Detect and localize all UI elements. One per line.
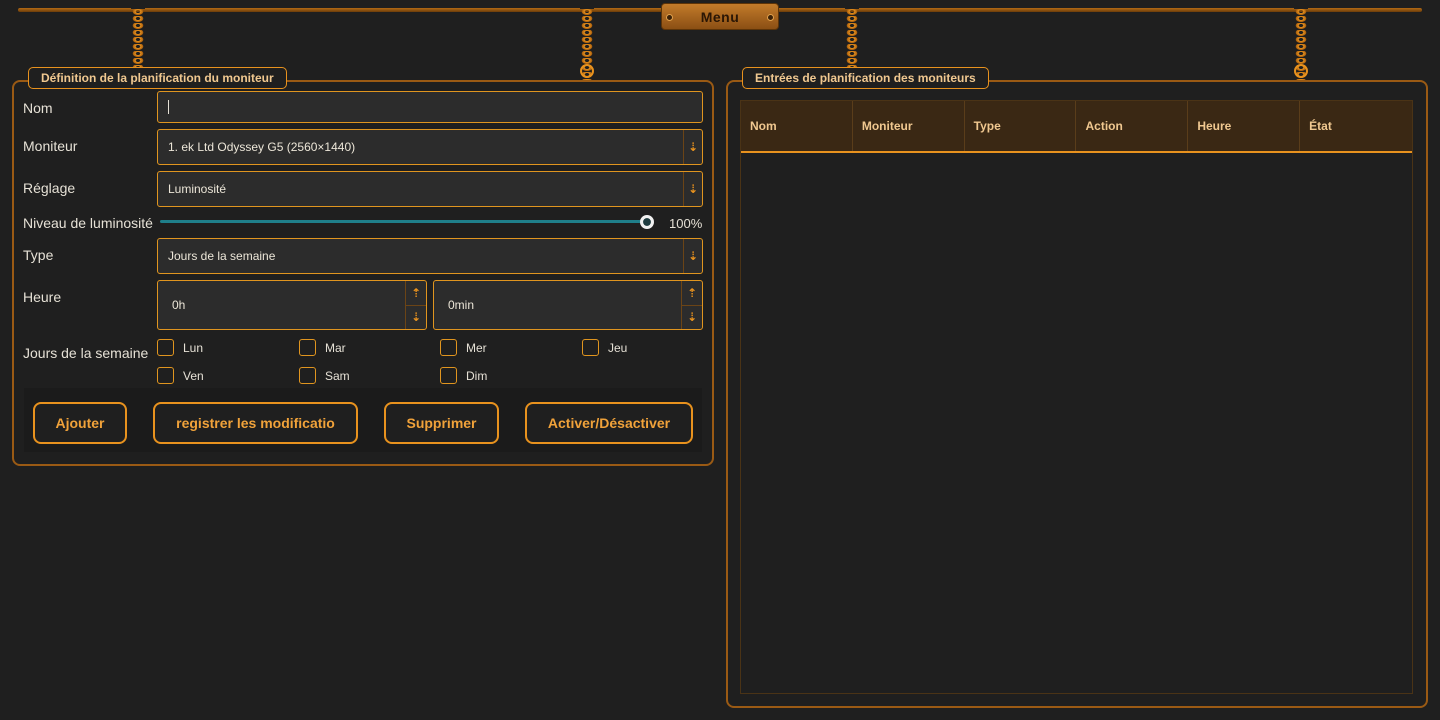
weekdays-label: Jours de la semaine	[23, 345, 149, 361]
add-button[interactable]: Ajouter	[33, 402, 127, 444]
setting-select[interactable]: Luminosité ⇣	[157, 171, 703, 207]
save-changes-button[interactable]: registrer les modificatio	[153, 402, 358, 444]
name-label: Nom	[23, 100, 53, 116]
day-label: Sam	[325, 368, 350, 383]
minutes-increment-icon[interactable]: ⇡	[682, 281, 702, 305]
brightness-label: Niveau de luminosité	[23, 215, 153, 231]
type-select-value: Jours de la semaine	[168, 249, 276, 263]
checkbox-icon[interactable]	[299, 367, 316, 384]
menu-button-label: Menu	[700, 8, 740, 25]
day-label: Lun	[183, 340, 204, 355]
minutes-spin-buttons: ⇡ ⇣	[681, 281, 702, 329]
app-window: Menu Définition de la planification du m…	[0, 0, 1440, 720]
type-select[interactable]: Jours de la semaine ⇣	[157, 238, 703, 274]
dropdown-arrow-icon[interactable]: ⇣	[683, 239, 702, 273]
checkbox-icon[interactable]	[157, 367, 174, 384]
day-label: Mar	[325, 340, 346, 355]
brightness-value: 100%	[669, 216, 703, 231]
minutes-spinbox[interactable]: 0min ⇡ ⇣	[433, 280, 703, 330]
column-header-type[interactable]: Type	[965, 101, 1077, 151]
monitor-select-value: 1. ek Ltd Odyssey G5 (2560×1440)	[168, 140, 356, 154]
hours-decrement-icon[interactable]: ⇣	[406, 304, 426, 330]
hours-spinbox[interactable]: 0h ⇡ ⇣	[157, 280, 427, 330]
schedule-definition-title: Définition de la planification du monite…	[28, 67, 287, 89]
checkbox-icon[interactable]	[440, 339, 457, 356]
checkbox-icon[interactable]	[440, 367, 457, 384]
chain-ring-decoration	[580, 64, 594, 78]
day-checkbox-fri[interactable]: Ven	[157, 367, 204, 384]
text-caret	[168, 100, 169, 114]
rivet-icon	[767, 14, 774, 21]
checkbox-icon[interactable]	[582, 339, 599, 356]
monitor-label: Moniteur	[23, 138, 78, 154]
column-header-action[interactable]: Action	[1076, 101, 1189, 151]
dropdown-arrow-icon[interactable]: ⇣	[683, 172, 702, 206]
day-label: Mer	[466, 340, 487, 355]
name-input[interactable]	[157, 91, 703, 123]
column-header-name[interactable]: Nom	[741, 101, 853, 151]
day-checkbox-wed[interactable]: Mer	[440, 339, 487, 356]
day-checkbox-mon[interactable]: Lun	[157, 339, 203, 356]
minutes-decrement-icon[interactable]: ⇣	[682, 304, 702, 330]
brightness-slider-track[interactable]	[160, 220, 650, 223]
day-label: Dim	[466, 368, 488, 383]
rivet-icon	[666, 14, 673, 21]
monitor-select[interactable]: 1. ek Ltd Odyssey G5 (2560×1440) ⇣	[157, 129, 703, 165]
day-checkbox-tue[interactable]: Mar	[299, 339, 346, 356]
schedule-entries-table[interactable]: Nom Moniteur Type Action Heure État	[740, 100, 1413, 694]
table-header: Nom Moniteur Type Action Heure État	[741, 101, 1412, 153]
checkbox-icon[interactable]	[299, 339, 316, 356]
column-header-state[interactable]: État	[1300, 101, 1412, 151]
column-header-monitor[interactable]: Moniteur	[853, 101, 965, 151]
minutes-value: 0min	[448, 298, 475, 312]
hours-spin-buttons: ⇡ ⇣	[405, 281, 426, 329]
schedule-entries-title: Entrées de planification des moniteurs	[742, 67, 989, 89]
setting-select-value: Luminosité	[168, 182, 227, 196]
chain-ring-decoration	[1294, 64, 1308, 78]
day-checkbox-thu[interactable]: Jeu	[582, 339, 627, 356]
time-label: Heure	[23, 289, 62, 305]
delete-button[interactable]: Supprimer	[384, 402, 499, 444]
type-label: Type	[23, 247, 54, 263]
column-header-time[interactable]: Heure	[1188, 101, 1301, 151]
day-checkbox-sat[interactable]: Sam	[299, 367, 350, 384]
menu-button[interactable]: Menu	[661, 3, 779, 30]
day-label: Ven	[183, 368, 204, 383]
setting-label: Réglage	[23, 180, 76, 196]
day-label: Jeu	[608, 340, 628, 355]
day-checkbox-sun[interactable]: Dim	[440, 367, 487, 384]
hours-value: 0h	[172, 298, 186, 312]
dropdown-arrow-icon[interactable]: ⇣	[683, 130, 702, 164]
checkbox-icon[interactable]	[157, 339, 174, 356]
toggle-button[interactable]: Activer/Désactiver	[525, 402, 693, 444]
brightness-slider-thumb[interactable]	[640, 215, 654, 229]
hours-increment-icon[interactable]: ⇡	[406, 281, 426, 305]
